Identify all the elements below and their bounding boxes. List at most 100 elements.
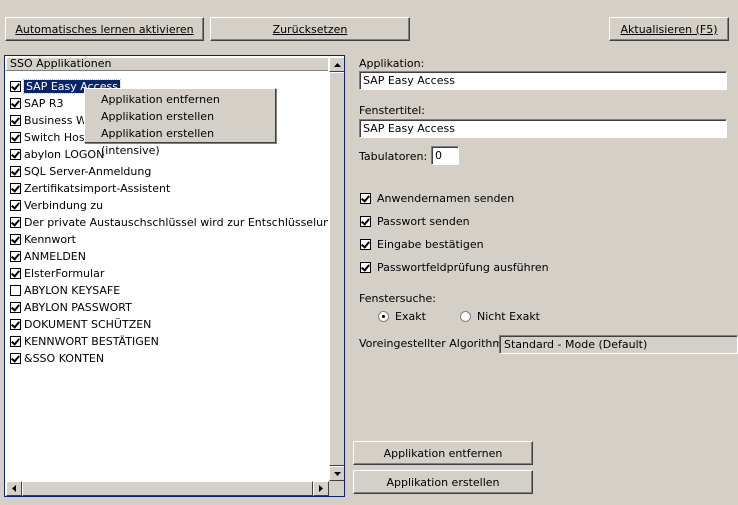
item-checkbox[interactable] [10,336,21,347]
item-label: Kennwort [24,233,76,246]
menu-item-remove[interactable]: Applikation entfernen [85,91,275,108]
list-item[interactable]: ABYLON KEYSAFE [10,282,328,299]
vertical-scroll-thumb[interactable] [329,72,344,466]
application-label: Applikation: [359,57,425,70]
item-checkbox[interactable] [10,285,21,296]
list-item[interactable]: SQL Server-Anmeldung [10,163,328,180]
scroll-down-button[interactable] [329,466,344,481]
list-item[interactable]: ElsterFormular [10,265,328,282]
list-item[interactable]: Kennwort [10,231,328,248]
send-username-label: Anwendernamen senden [377,192,515,205]
context-menu: Applikation entfernen Applikation erstel… [84,88,276,157]
send-password-checkbox[interactable]: Passwort senden [360,215,470,228]
scroll-right-button[interactable] [313,481,329,496]
arrow-down-icon [333,471,341,476]
item-label: Switch Hosl [24,131,88,144]
arrow-right-icon [319,485,323,492]
item-checkbox[interactable] [10,268,21,279]
list-item[interactable]: Verbindung zu [10,197,328,214]
list-item[interactable]: KENNWORT BESTÄTIGEN [10,333,328,350]
window-title-label: Fenstertitel: [359,104,426,117]
item-label: ABYLON KEYSAFE [24,284,121,297]
item-label: abylon LOGON [24,148,105,161]
item-label: ElsterFormular [24,267,105,280]
remove-application-button[interactable]: Applikation entfernen [353,441,533,465]
item-label: Zertifikatsimport-Assistent [24,182,171,195]
checkbox-icon [360,262,371,273]
list-item[interactable]: ANMELDEN [10,248,328,265]
item-label: SQL Server-Anmeldung [24,165,152,178]
item-label: KENNWORT BESTÄTIGEN [24,335,159,348]
auto-learn-button[interactable]: Automatisches lernen aktivieren [5,17,204,41]
item-checkbox[interactable] [10,183,21,194]
reset-button[interactable]: Zurücksetzen [210,17,410,41]
item-label: DOKUMENT SCHÜTZEN [24,318,152,331]
refresh-button[interactable]: Aktualisieren (F5) [609,17,729,41]
checkbox-icon [360,193,371,204]
horizontal-scroll-thumb[interactable] [22,481,313,496]
item-label: &SSO KONTEN [24,352,105,365]
list-item[interactable]: Der private Austauschschlüssel wird zur … [10,214,328,231]
list-item[interactable]: abylon LOGON [10,146,328,163]
item-checkbox[interactable] [10,115,21,126]
create-application-label: Applikation erstellen [386,475,500,489]
item-checkbox[interactable] [10,353,21,364]
menu-item-create-intensive[interactable]: Applikation erstellen (intensive) [85,125,275,157]
list-item[interactable]: Zertifikatsimport-Assistent [10,180,328,197]
list-item[interactable]: &SSO KONTEN [10,350,328,367]
checkbox-icon [360,216,371,227]
item-checkbox[interactable] [10,217,21,228]
reset-label: Zurücksetzen [272,22,348,36]
scroll-up-button[interactable] [329,57,344,72]
radio-icon [460,311,471,322]
item-checkbox[interactable] [10,166,21,177]
list-item[interactable]: DOKUMENT SCHÜTZEN [10,316,328,333]
confirm-input-checkbox[interactable]: Eingabe bestätigen [360,238,484,251]
tabs-field[interactable]: 0 [431,146,459,165]
item-checkbox[interactable] [10,319,21,330]
not-exact-label: Nicht Exakt [477,310,540,323]
application-field[interactable]: SAP Easy Access [359,71,727,90]
algorithm-select[interactable]: Standard - Mode (Default) [499,335,738,354]
exact-label: Exakt [395,310,426,323]
radio-selected-icon [378,311,389,322]
window-title-field[interactable]: SAP Easy Access [359,119,727,138]
item-label: Verbindung zu [24,199,104,212]
confirm-input-label: Eingabe bestätigen [377,238,484,251]
send-password-label: Passwort senden [377,215,470,228]
horizontal-scrollbar[interactable] [6,481,329,496]
refresh-label: Aktualisieren (F5) [620,22,718,36]
item-label: SAP R3 [24,97,64,110]
item-checkbox[interactable] [10,251,21,262]
item-checkbox[interactable] [10,98,21,109]
item-label: ANMELDEN [24,250,86,263]
scroll-left-button[interactable] [6,481,22,496]
item-checkbox[interactable] [10,234,21,245]
item-checkbox[interactable] [10,81,21,92]
password-field-check-checkbox[interactable]: Passwortfeldprüfung ausführen [360,261,549,274]
checkbox-icon [360,239,371,250]
window-search-label: Fenstersuche: [359,292,436,305]
remove-application-label: Applikation entfernen [383,446,503,460]
send-username-checkbox[interactable]: Anwendernamen senden [360,192,514,205]
item-checkbox[interactable] [10,149,21,160]
algorithm-label: Voreingestellter Algorithmus: [359,337,520,350]
exact-radio[interactable]: Exakt [378,310,426,323]
arrow-up-icon [333,62,341,67]
item-checkbox[interactable] [10,132,21,143]
create-application-button[interactable]: Applikation erstellen [353,470,533,494]
vertical-scrollbar[interactable] [329,57,344,481]
item-checkbox[interactable] [10,302,21,313]
list-header[interactable]: SSO Applikationen [6,57,328,71]
item-checkbox[interactable] [10,200,21,211]
tabs-label: Tabulatoren: [359,150,428,163]
menu-item-create[interactable]: Applikation erstellen [85,108,275,125]
password-field-check-label: Passwortfeldprüfung ausführen [377,261,549,274]
scroll-corner [329,481,344,496]
auto-learn-label: Automatisches lernen aktivieren [15,22,194,36]
item-label: ABYLON PASSWORT [24,301,132,314]
item-label: Der private Austauschschlüssel wird zur … [24,216,328,229]
not-exact-radio[interactable]: Nicht Exakt [460,310,540,323]
item-label: Business W [24,114,87,127]
list-item[interactable]: ABYLON PASSWORT [10,299,328,316]
